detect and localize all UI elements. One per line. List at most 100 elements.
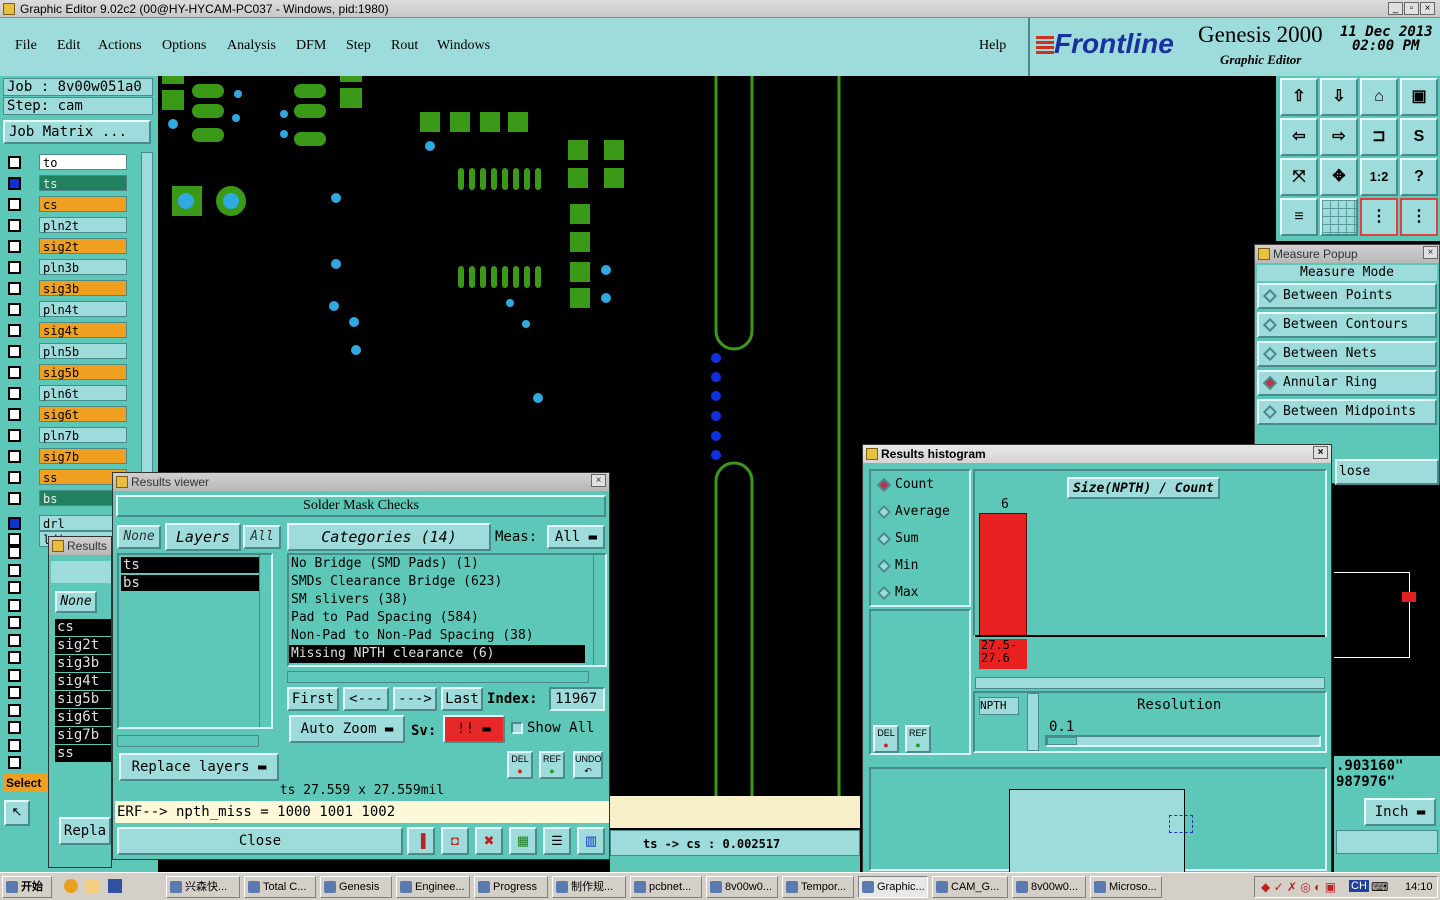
job-matrix-button[interactable]: Job Matrix ... <box>3 120 151 144</box>
resolution-slider-thumb[interactable] <box>1047 737 1077 745</box>
category-item[interactable]: SM slivers (38) <box>289 591 585 609</box>
layer-row-pln7b[interactable]: pln7b <box>6 427 127 443</box>
layer-checkbox[interactable] <box>8 345 21 358</box>
layer-list-scrollbar[interactable] <box>259 555 271 727</box>
back-layer-item[interactable]: sig5b <box>55 691 111 708</box>
layer-row-pln6t[interactable]: pln6t <box>6 385 127 401</box>
layers-none-button[interactable]: None <box>117 525 161 549</box>
undo-button[interactable]: UNDO ↶ <box>573 751 603 779</box>
layer-name[interactable]: sig3b <box>39 280 127 296</box>
taskbar-item[interactable]: Enginee... <box>396 876 470 898</box>
layer-row-sig5b[interactable]: sig5b <box>6 364 127 380</box>
taskbar-item[interactable]: Progress <box>474 876 548 898</box>
layer-name[interactable]: to <box>39 154 127 170</box>
layer-name[interactable]: pln3b <box>39 259 127 275</box>
layer-checkbox[interactable] <box>8 219 21 232</box>
layer-checkbox[interactable] <box>8 177 21 190</box>
layer-row-drl[interactable]: drl <box>6 515 127 531</box>
layer-checkbox[interactable] <box>8 581 21 594</box>
menu-edit[interactable]: Edit <box>57 38 80 54</box>
layer-checkbox[interactable] <box>8 261 21 274</box>
measure-mode-option[interactable]: Annular Ring <box>1257 370 1437 396</box>
taskbar-item[interactable]: 8v00w0... <box>1012 876 1086 898</box>
layer-row-ss[interactable]: ss <box>6 469 127 485</box>
layer-checkbox[interactable] <box>8 686 21 699</box>
back-layer-item[interactable]: sig2t <box>55 637 111 654</box>
layer-checkbox[interactable] <box>8 703 21 717</box>
measure-mode-option[interactable]: Between Midpoints <box>1257 399 1437 425</box>
tool-green-icon[interactable]: ▦ <box>509 827 537 855</box>
menu-analysis[interactable]: Analysis <box>227 38 276 54</box>
tray-ch-icon[interactable]: CH <box>1349 880 1369 892</box>
category-scrollbar[interactable] <box>593 555 605 665</box>
prev-button[interactable]: <--- <box>343 687 389 711</box>
scale-1to2-icon[interactable]: 1:2 <box>1360 158 1398 196</box>
layer-checkbox[interactable] <box>8 366 21 379</box>
layer-name[interactable]: sig2t <box>39 238 127 254</box>
layer-checkbox[interactable] <box>8 651 21 664</box>
del-button[interactable]: DEL ● <box>507 751 533 779</box>
show-all-checkbox[interactable] <box>511 722 523 734</box>
layer-checkbox[interactable] <box>8 598 21 612</box>
layer-checkbox[interactable] <box>8 387 21 400</box>
layer-row-pln2t[interactable]: pln2t <box>6 217 127 233</box>
measure-mode-option[interactable]: Between Nets <box>1257 341 1437 367</box>
menu-file[interactable]: File <box>15 38 37 54</box>
back-layer-item[interactable]: sig3b <box>55 655 111 672</box>
taskbar-item[interactable]: CAM_G... <box>932 876 1008 898</box>
quicklaunch-icon-2[interactable] <box>86 879 100 893</box>
close-results-button[interactable]: Close <box>117 827 403 855</box>
layer-checkbox[interactable] <box>8 303 21 316</box>
layer-toggle-2-icon[interactable]: ⋮ <box>1400 198 1438 236</box>
start-button[interactable]: 开始 <box>2 876 52 898</box>
category-item[interactable]: Missing NPTH clearance (6) <box>289 645 585 663</box>
histogram-ref-button[interactable]: REF ● <box>905 725 931 753</box>
layer-checkbox[interactable] <box>8 156 21 169</box>
meas-dropdown[interactable]: All ▬ <box>547 525 605 549</box>
layer-row-sig3b[interactable]: sig3b <box>6 280 127 296</box>
layer-row-cs[interactable]: cs <box>6 196 127 212</box>
layer-checkbox[interactable] <box>8 546 21 559</box>
results-layer-ts[interactable]: ts <box>121 557 259 573</box>
fit-view-icon[interactable]: ▣ <box>1400 78 1438 116</box>
histogram-close-icon[interactable]: × <box>1313 446 1328 459</box>
back-replace-button[interactable]: Repla <box>59 817 111 845</box>
minimize-button[interactable]: _ <box>1388 2 1403 15</box>
layer-checkbox[interactable] <box>8 721 21 734</box>
results-layer-list[interactable]: ts bs <box>117 553 273 729</box>
first-button[interactable]: First <box>287 687 339 711</box>
category-item[interactable]: Non-Pad to Non-Pad Spacing (38) <box>289 627 585 645</box>
grid-icon[interactable] <box>1320 198 1358 236</box>
layers-all-button[interactable]: All <box>243 525 281 549</box>
layer-checkbox[interactable] <box>8 533 21 546</box>
histogram-vscroll[interactable] <box>1027 693 1039 751</box>
layer-checkbox[interactable] <box>8 198 21 211</box>
layer-name[interactable]: cs <box>39 196 127 212</box>
back-layer-item[interactable]: sig7b <box>55 727 111 744</box>
categories-button[interactable]: Categories (14) <box>287 523 491 551</box>
last-button[interactable]: Last <box>441 687 483 711</box>
taskbar-item[interactable]: Genesis <box>320 876 392 898</box>
units-dropdown[interactable]: Inch ▬ <box>1364 798 1436 826</box>
layer-row-sig2t[interactable]: sig2t <box>6 238 127 254</box>
histogram-option[interactable]: Min <box>875 556 918 576</box>
layer-checkbox[interactable] <box>8 616 21 629</box>
layer-name[interactable]: ts <box>39 175 127 191</box>
settings-icon[interactable]: ≡ <box>1280 198 1318 236</box>
layer-checkbox[interactable] <box>8 429 21 442</box>
measure-mode-option[interactable]: Between Contours <box>1257 312 1437 338</box>
sv-dropdown[interactable]: !! ▬ <box>443 715 505 743</box>
menu-step[interactable]: Step <box>346 38 371 54</box>
histogram-bar[interactable] <box>979 513 1027 637</box>
layer-checkbox[interactable] <box>8 471 21 484</box>
taskbar-item[interactable]: Microso... <box>1090 876 1162 898</box>
tool-flag-icon[interactable]: ▐ <box>407 827 435 855</box>
tool-cross-icon[interactable]: ✖ <box>475 827 503 855</box>
measure-mode-option[interactable]: Between Points <box>1257 283 1437 309</box>
layer-row-pln3b[interactable]: pln3b <box>6 259 127 275</box>
layer-checkbox[interactable] <box>8 517 21 530</box>
taskbar-item[interactable]: Total C... <box>244 876 316 898</box>
menu-windows[interactable]: Windows <box>437 38 490 54</box>
taskbar-item[interactable]: Tempor... <box>782 876 854 898</box>
histogram-del-button[interactable]: DEL ● <box>873 725 899 753</box>
